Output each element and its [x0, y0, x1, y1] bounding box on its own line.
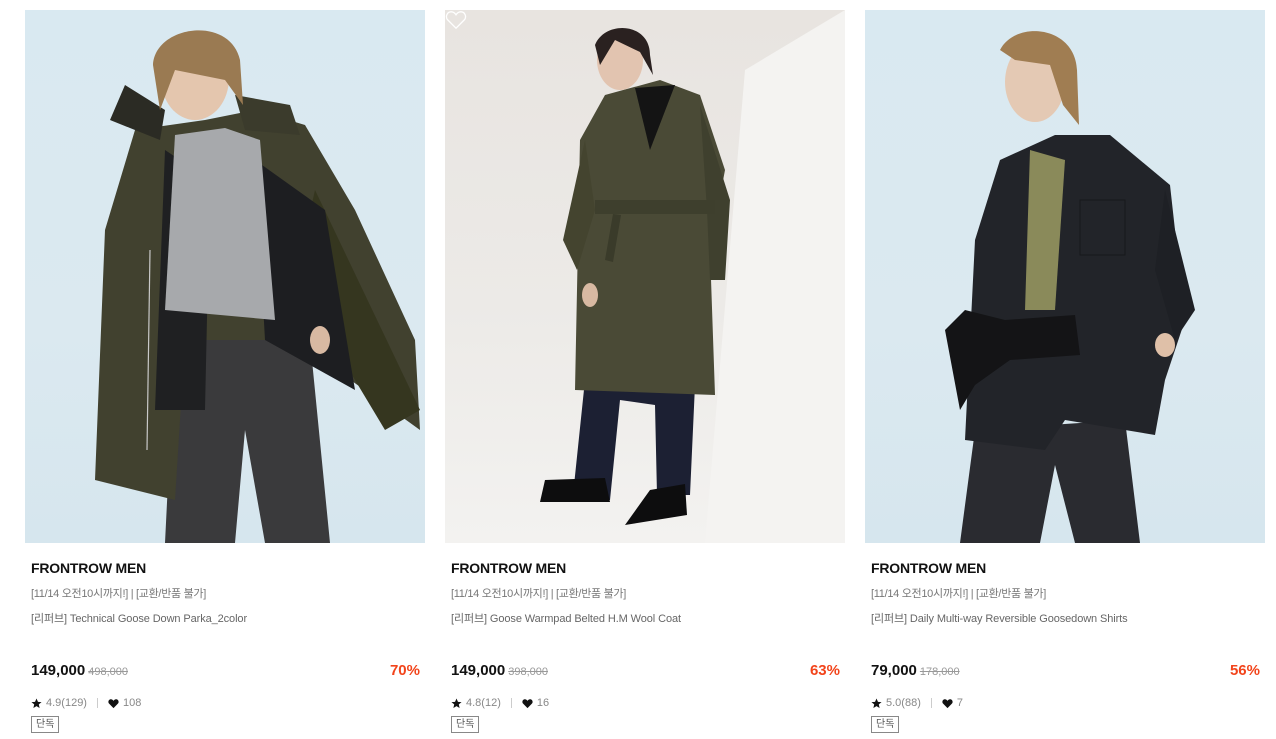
product-image[interactable]: [865, 10, 1265, 543]
product-image[interactable]: [25, 10, 425, 543]
product-grid: FRONTROW MEN [11/14 오전10시까지!] | [교환/반품 불…: [0, 0, 1276, 739]
meta-divider: [930, 698, 932, 708]
product-card[interactable]: FRONTROW MEN [11/14 오전10시까지!] | [교환/반품 불…: [445, 10, 845, 733]
star-icon: [451, 698, 462, 708]
sale-notice: [11/14 오전10시까지!] | [교환/반품 불가]: [871, 588, 1046, 600]
heart-icon: [522, 698, 533, 708]
rating-value: 4.9(129): [46, 697, 87, 709]
discount-rate: 56%: [1229, 662, 1260, 679]
product-card[interactable]: FRONTROW MEN [11/14 오전10시까지!] | [교환/반품 불…: [25, 10, 425, 733]
heart-icon: [108, 698, 119, 708]
sale-price: 79,000: [871, 662, 917, 679]
brand-name[interactable]: FRONTROW MEN: [871, 560, 1265, 576]
review-meta: 5.0(88) 7: [871, 697, 1265, 709]
product-name-link[interactable]: [리퍼브] Daily Multi-way Reversible Goosedo…: [871, 613, 1128, 625]
product-image[interactable]: [445, 10, 845, 543]
likes-count: 16: [536, 697, 550, 709]
review-meta: 4.9(129) 108: [31, 697, 425, 709]
star-icon: [871, 698, 882, 708]
product-name-link[interactable]: [리퍼브] Technical Goose Down Parka_2color: [31, 613, 247, 625]
model-photo: [95, 30, 420, 543]
rating-value: 4.8(12): [466, 697, 501, 709]
likes-count: 7: [956, 697, 963, 709]
discount-rate: 63%: [809, 662, 840, 679]
model-photo: [540, 10, 845, 543]
star-icon: [31, 698, 42, 708]
price-row: 79,000 178,000 56%: [871, 662, 1260, 680]
product-card[interactable]: FRONTROW MEN [11/14 오전10시까지!] | [교환/반품 불…: [865, 10, 1265, 733]
brand-name[interactable]: FRONTROW MEN: [31, 560, 425, 576]
heart-icon: [942, 698, 953, 708]
product-name[interactable]: [리퍼브] Goose Warmpad Belted H.M Wool Coat: [451, 610, 845, 626]
meta-divider: [510, 698, 512, 708]
original-price: 178,000: [919, 666, 960, 678]
review-meta: 4.8(12) 16: [451, 697, 845, 709]
exclusive-badge: 단독: [871, 716, 900, 733]
discount-rate: 70%: [389, 662, 420, 679]
exclusive-badge: 단독: [451, 716, 480, 733]
exclusive-badge: 단독: [31, 716, 60, 733]
sale-notice: [11/14 오전10시까지!] | [교환/반품 불가]: [31, 588, 206, 600]
meta-divider: [96, 698, 98, 708]
product-name[interactable]: [리퍼브] Daily Multi-way Reversible Goosedo…: [871, 610, 1265, 626]
price-row: 149,000 398,000 63%: [451, 662, 840, 680]
brand-name[interactable]: FRONTROW MEN: [451, 560, 845, 576]
price-row: 149,000 498,000 70%: [31, 662, 420, 680]
sale-price: 149,000: [451, 662, 506, 679]
heart-outline-icon[interactable]: [445, 10, 467, 30]
likes-count: 108: [122, 697, 142, 709]
rating-value: 5.0(88): [886, 697, 921, 709]
product-name[interactable]: [리퍼브] Technical Goose Down Parka_2color: [31, 610, 425, 626]
sale-notice: [11/14 오전10시까지!] | [교환/반품 불가]: [451, 588, 626, 600]
original-price: 498,000: [88, 666, 128, 678]
product-name-link[interactable]: [리퍼브] Goose Warmpad Belted H.M Wool Coat: [451, 613, 681, 625]
sale-price: 149,000: [31, 662, 86, 679]
original-price: 398,000: [508, 666, 548, 678]
model-photo: [945, 31, 1195, 543]
